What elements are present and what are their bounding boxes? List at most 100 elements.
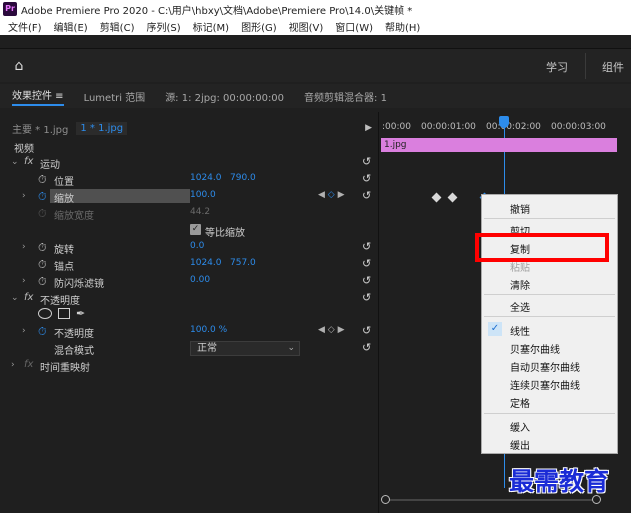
chevron-right-icon[interactable]: › <box>22 326 26 336</box>
blend-mode-row: 混合模式 正常 ⌄ ↺ <box>0 340 378 357</box>
menu-item-auto-bezier[interactable]: 自动贝塞尔曲线 <box>510 359 580 374</box>
menu-item-continuous-bezier[interactable]: 连续贝塞尔曲线 <box>510 377 580 392</box>
reset-icon[interactable]: ↺ <box>362 240 371 253</box>
stopwatch-icon[interactable]: ⏱ <box>38 190 47 204</box>
reset-icon[interactable]: ↺ <box>362 172 371 185</box>
workspace-tab-assembly[interactable]: 组件 <box>602 59 624 75</box>
reset-icon[interactable]: ↺ <box>362 324 371 337</box>
menu-divider <box>484 316 615 317</box>
title-bar: Pr Adobe Premiere Pro 2020 - C:\用户\hbxy\… <box>0 0 631 18</box>
ruler-tick: :00:00 <box>382 122 411 132</box>
chevron-right-icon[interactable]: › <box>22 191 26 201</box>
stopwatch-icon[interactable]: ⏱ <box>38 325 47 339</box>
blend-mode-select[interactable]: 正常 ⌄ <box>190 341 300 356</box>
master-clip-label[interactable]: 主要 * 1.jpg <box>12 121 68 136</box>
uniform-scale-checkbox[interactable]: ✓ <box>190 224 201 235</box>
reset-icon[interactable]: ↺ <box>362 257 371 270</box>
scroll-handle-left[interactable] <box>381 495 390 504</box>
keyframe-diamond[interactable] <box>447 192 458 203</box>
home-icon[interactable]: ⌂ <box>10 57 28 75</box>
opacity-value[interactable]: 100.0 % <box>190 325 227 335</box>
motion-row[interactable]: ⌄ fx 运动 ↺ <box>0 154 378 171</box>
position-x-value[interactable]: 1024.0 <box>190 173 222 183</box>
menu-edit[interactable]: 编辑(E) <box>54 19 88 34</box>
chevron-down-icon[interactable]: ⌄ <box>11 157 19 167</box>
rectangle-mask-icon[interactable] <box>58 308 70 319</box>
ellipse-mask-icon[interactable] <box>38 308 52 319</box>
fx-icon[interactable]: fx <box>24 292 33 303</box>
menu-window[interactable]: 窗口(W) <box>335 19 373 34</box>
anchor-y-value[interactable]: 757.0 <box>230 258 256 268</box>
position-y-value[interactable]: 790.0 <box>230 173 256 183</box>
chevron-down-icon: ⌄ <box>287 343 295 353</box>
pen-mask-icon[interactable]: ✒ <box>76 308 85 319</box>
menu-graphics[interactable]: 图形(G) <box>241 19 277 34</box>
menu-item-select-all[interactable]: 全选 <box>510 299 530 314</box>
timeline-clip[interactable]: 1.jpg <box>381 138 617 152</box>
stopwatch-icon[interactable]: ⏱ <box>38 173 47 187</box>
scale-row[interactable]: › ⏱ 缩放 100.0 ◀ ◇ ▶ ↺ <box>0 188 378 205</box>
menu-item-undo[interactable]: 撤销 <box>510 201 530 216</box>
scale-width-value: 44.2 <box>190 207 211 217</box>
blend-mode-value: 正常 <box>197 343 217 354</box>
mask-tools: ✒ <box>38 308 85 319</box>
tab-effect-controls[interactable]: 效果控件 ≡ <box>12 87 64 106</box>
reset-icon[interactable]: ↺ <box>362 341 371 354</box>
stopwatch-icon[interactable]: ⏱ <box>38 258 47 272</box>
keyframe-navigator-icon[interactable]: ◀ ◇ ▶ <box>318 325 345 335</box>
chevron-right-icon[interactable]: › <box>22 242 26 252</box>
workspace-tab-learn[interactable]: 学习 <box>546 59 568 75</box>
anti-flicker-value[interactable]: 0.00 <box>190 275 210 285</box>
ruler-tick: 00:00:02:00 <box>486 122 541 132</box>
menu-divider <box>484 218 615 219</box>
stopwatch-icon[interactable]: ⏱ <box>38 241 47 255</box>
tab-lumetri-scopes[interactable]: Lumetri 范围 <box>84 89 146 104</box>
stopwatch-icon[interactable]: ⏱ <box>38 275 47 289</box>
keyframe-diamond[interactable] <box>431 192 442 203</box>
scale-width-label: 缩放宽度 <box>54 211 94 222</box>
scale-width-row: ⏱ 缩放宽度 44.2 <box>0 205 378 222</box>
menu-clip[interactable]: 剪辑(C) <box>100 19 135 34</box>
opacity-label: 不透明度 <box>54 329 94 340</box>
rotation-value[interactable]: 0.0 <box>190 241 204 251</box>
scale-label: 缩放 <box>54 194 74 205</box>
menu-item-ease-in[interactable]: 缓入 <box>510 419 530 434</box>
playhead-handle[interactable] <box>499 116 509 128</box>
menu-item-clear[interactable]: 清除 <box>510 277 530 292</box>
play-arrow-icon[interactable]: ▶ <box>365 123 372 133</box>
menu-view[interactable]: 视图(V) <box>289 19 324 34</box>
menu-help[interactable]: 帮助(H) <box>385 19 420 34</box>
tab-source[interactable]: 源: 1: 2jpg: 00:00:00:00 <box>165 89 284 104</box>
fx-icon[interactable]: fx <box>24 156 33 167</box>
uniform-scale-row: ✓ 等比缩放 <box>0 222 378 239</box>
blend-mode-label: 混合模式 <box>54 346 94 357</box>
anti-flicker-row: › ⏱ 防闪烁滤镜 0.00 ↺ <box>0 273 378 290</box>
reset-icon[interactable]: ↺ <box>362 189 371 202</box>
window-title: Adobe Premiere Pro 2020 - C:\用户\hbxy\文档\… <box>21 5 413 17</box>
menu-item-ease-out[interactable]: 缓出 <box>510 437 530 452</box>
chevron-right-icon[interactable]: › <box>22 276 26 286</box>
scroll-track[interactable] <box>386 499 596 501</box>
reset-icon[interactable]: ↺ <box>362 274 371 287</box>
anchor-x-value[interactable]: 1024.0 <box>190 258 222 268</box>
reset-icon[interactable]: ↺ <box>362 155 371 168</box>
opacity-group-row[interactable]: ⌄ fx 不透明度 ↺ <box>0 290 378 307</box>
uniform-scale-label: 等比缩放 <box>205 228 245 239</box>
ruler-tick: 00:00:01:00 <box>421 122 476 132</box>
menu-marker[interactable]: 标记(M) <box>193 19 229 34</box>
sequence-clip-label[interactable]: 1 * 1.jpg <box>76 121 128 135</box>
menu-item-hold[interactable]: 定格 <box>510 395 530 410</box>
scale-value[interactable]: 100.0 <box>190 190 216 200</box>
time-remap-row[interactable]: › fx 时间重映射 <box>0 357 378 374</box>
tab-audio-clip-mixer[interactable]: 音频剪辑混合器: 1 <box>304 89 387 104</box>
menu-sequence[interactable]: 序列(S) <box>146 19 180 34</box>
position-row: ⏱ 位置 1024.0 790.0 ↺ <box>0 171 378 188</box>
keyframe-navigator-icon[interactable]: ◀ ◇ ▶ <box>318 190 345 200</box>
menu-item-linear[interactable]: 线性 <box>510 323 530 338</box>
menu-item-bezier[interactable]: 贝塞尔曲线 <box>510 341 560 356</box>
reset-icon[interactable]: ↺ <box>362 291 371 304</box>
chevron-right-icon[interactable]: › <box>11 360 15 370</box>
clip-selector: 主要 * 1.jpg 1 * 1.jpg ▶ <box>0 120 378 136</box>
menu-file[interactable]: 文件(F) <box>8 19 42 34</box>
chevron-down-icon[interactable]: ⌄ <box>11 293 19 303</box>
